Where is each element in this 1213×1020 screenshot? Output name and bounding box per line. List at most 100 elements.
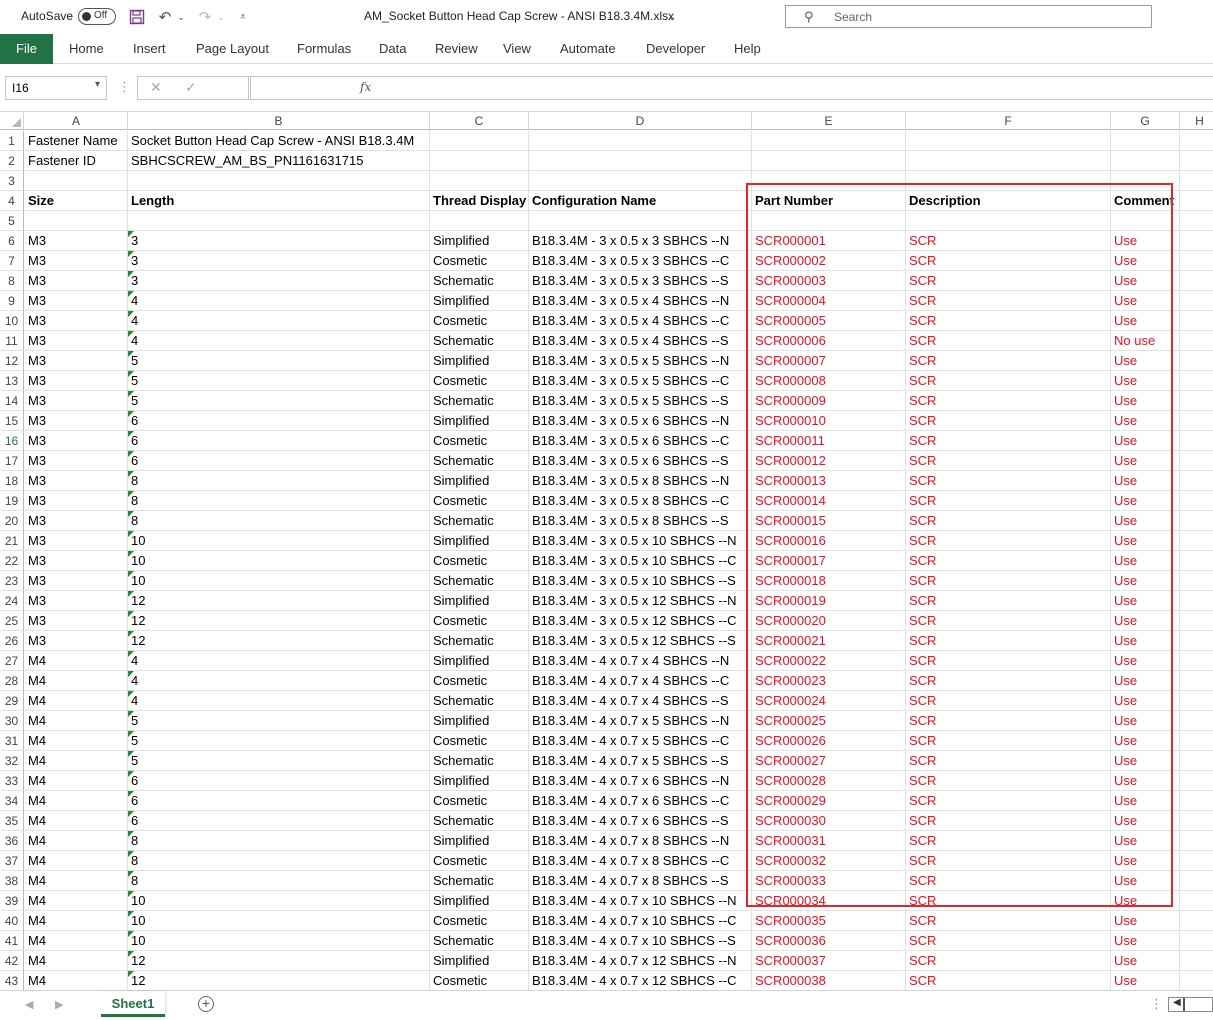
cell[interactable] [430, 171, 529, 191]
cell[interactable]: SCR000034 [752, 891, 906, 911]
tab-home[interactable]: Home [69, 34, 104, 64]
row-header[interactable]: 39 [0, 891, 24, 911]
cell[interactable]: SCR000019 [752, 591, 906, 611]
cell[interactable] [752, 211, 906, 231]
cell[interactable]: Use [1111, 911, 1180, 931]
cell[interactable]: B18.3.4M - 3 x 0.5 x 3 SBHCS --C [529, 251, 752, 271]
cell[interactable]: M4 [25, 751, 128, 771]
cell[interactable]: Cosmetic [430, 791, 529, 811]
cell[interactable]: M3 [25, 311, 128, 331]
cell[interactable]: M4 [25, 891, 128, 911]
cell[interactable]: M3 [25, 351, 128, 371]
cell[interactable] [1180, 631, 1213, 651]
cell[interactable]: Use [1111, 591, 1180, 611]
cell[interactable] [1180, 651, 1213, 671]
cell[interactable]: Simplified [430, 651, 529, 671]
enter-icon[interactable]: ✓ [185, 79, 197, 96]
name-box-dropdown-icon[interactable]: ▾ [95, 79, 100, 90]
cell[interactable] [1180, 351, 1213, 371]
cell[interactable]: 10 [128, 911, 430, 931]
row-header[interactable]: 16 [0, 431, 24, 451]
cell[interactable]: 12 [128, 631, 430, 651]
row-header[interactable]: 6 [0, 231, 24, 251]
customize-toolbar-icon[interactable]: ⩡ [236, 6, 250, 28]
row-header[interactable]: 37 [0, 851, 24, 871]
cell[interactable]: SCR000015 [752, 511, 906, 531]
cell[interactable]: 10 [128, 931, 430, 951]
cell[interactable]: Use [1111, 831, 1180, 851]
cell[interactable]: Simplified [430, 231, 529, 251]
search-box[interactable]: ⚲ Search [785, 5, 1152, 28]
cell[interactable]: SCR000021 [752, 631, 906, 651]
cell[interactable]: SCR000004 [752, 291, 906, 311]
cell[interactable]: B18.3.4M - 4 x 0.7 x 8 SBHCS --S [529, 871, 752, 891]
cell[interactable]: 6 [128, 791, 430, 811]
cell[interactable]: 3 [128, 231, 430, 251]
cell[interactable] [1180, 751, 1213, 771]
row-header[interactable]: 17 [0, 451, 24, 471]
cell[interactable] [1180, 591, 1213, 611]
cell[interactable]: SCR [906, 351, 1111, 371]
cell[interactable]: SCR000023 [752, 671, 906, 691]
cell[interactable]: SCR000028 [752, 771, 906, 791]
cell[interactable]: 5 [128, 351, 430, 371]
row-header[interactable]: 22 [0, 551, 24, 571]
cell[interactable]: Use [1111, 871, 1180, 891]
cell[interactable]: M3 [25, 551, 128, 571]
cell[interactable]: SCR000030 [752, 811, 906, 831]
cell[interactable] [906, 211, 1111, 231]
cell[interactable]: B18.3.4M - 4 x 0.7 x 10 SBHCS --S [529, 931, 752, 951]
cell[interactable]: B18.3.4M - 4 x 0.7 x 4 SBHCS --C [529, 671, 752, 691]
cell[interactable]: Use [1111, 631, 1180, 651]
cell[interactable] [1180, 871, 1213, 891]
cell[interactable]: Use [1111, 511, 1180, 531]
cell[interactable] [128, 171, 430, 191]
row-header[interactable]: 20 [0, 511, 24, 531]
cell[interactable] [1180, 771, 1213, 791]
row-header[interactable]: 18 [0, 471, 24, 491]
cell[interactable]: Use [1111, 931, 1180, 951]
cell[interactable]: SCR [906, 651, 1111, 671]
cell[interactable]: SBHCSCREW_AM_BS_PN1161631715 [128, 151, 430, 171]
row-header[interactable]: 14 [0, 391, 24, 411]
cell[interactable]: B18.3.4M - 4 x 0.7 x 4 SBHCS --N [529, 651, 752, 671]
cell[interactable] [1180, 331, 1213, 351]
next-sheet-icon[interactable]: ▶ [55, 998, 63, 1011]
cell[interactable]: SCR000003 [752, 271, 906, 291]
header-cell[interactable]: Description [906, 191, 1111, 211]
cell[interactable]: 10 [128, 891, 430, 911]
cell[interactable]: M4 [25, 871, 128, 891]
cell[interactable]: 6 [128, 811, 430, 831]
cell[interactable]: M3 [25, 231, 128, 251]
cell[interactable]: SCR [906, 951, 1111, 971]
tab-file[interactable]: File [0, 34, 53, 64]
cell[interactable]: Use [1111, 451, 1180, 471]
cell[interactable] [1180, 811, 1213, 831]
title-dropdown-icon[interactable]: ⌄ [666, 6, 678, 28]
cell[interactable]: SCR000005 [752, 311, 906, 331]
cell[interactable]: Cosmetic [430, 551, 529, 571]
cell[interactable]: Cosmetic [430, 431, 529, 451]
cell[interactable]: B18.3.4M - 4 x 0.7 x 8 SBHCS --N [529, 831, 752, 851]
cell[interactable]: SCR000011 [752, 431, 906, 451]
cell[interactable]: Schematic [430, 931, 529, 951]
tab-developer[interactable]: Developer [646, 34, 705, 64]
cell[interactable]: 10 [128, 571, 430, 591]
cell[interactable]: Use [1111, 891, 1180, 911]
cell[interactable] [1180, 611, 1213, 631]
cell[interactable]: Simplified [430, 291, 529, 311]
cell[interactable]: 8 [128, 471, 430, 491]
cell[interactable]: Fastener ID [25, 151, 128, 171]
header-cell[interactable]: Size [25, 191, 128, 211]
cell[interactable]: B18.3.4M - 3 x 0.5 x 5 SBHCS --S [529, 391, 752, 411]
cell[interactable]: Cosmetic [430, 371, 529, 391]
cell[interactable] [1180, 411, 1213, 431]
cell[interactable]: Simplified [430, 591, 529, 611]
cell[interactable]: SCR000026 [752, 731, 906, 751]
cell[interactable]: B18.3.4M - 4 x 0.7 x 5 SBHCS --N [529, 711, 752, 731]
cell[interactable]: M3 [25, 571, 128, 591]
column-header-a[interactable]: A [25, 112, 128, 130]
cell[interactable] [529, 211, 752, 231]
cell[interactable]: 6 [128, 431, 430, 451]
cell[interactable]: M4 [25, 851, 128, 871]
